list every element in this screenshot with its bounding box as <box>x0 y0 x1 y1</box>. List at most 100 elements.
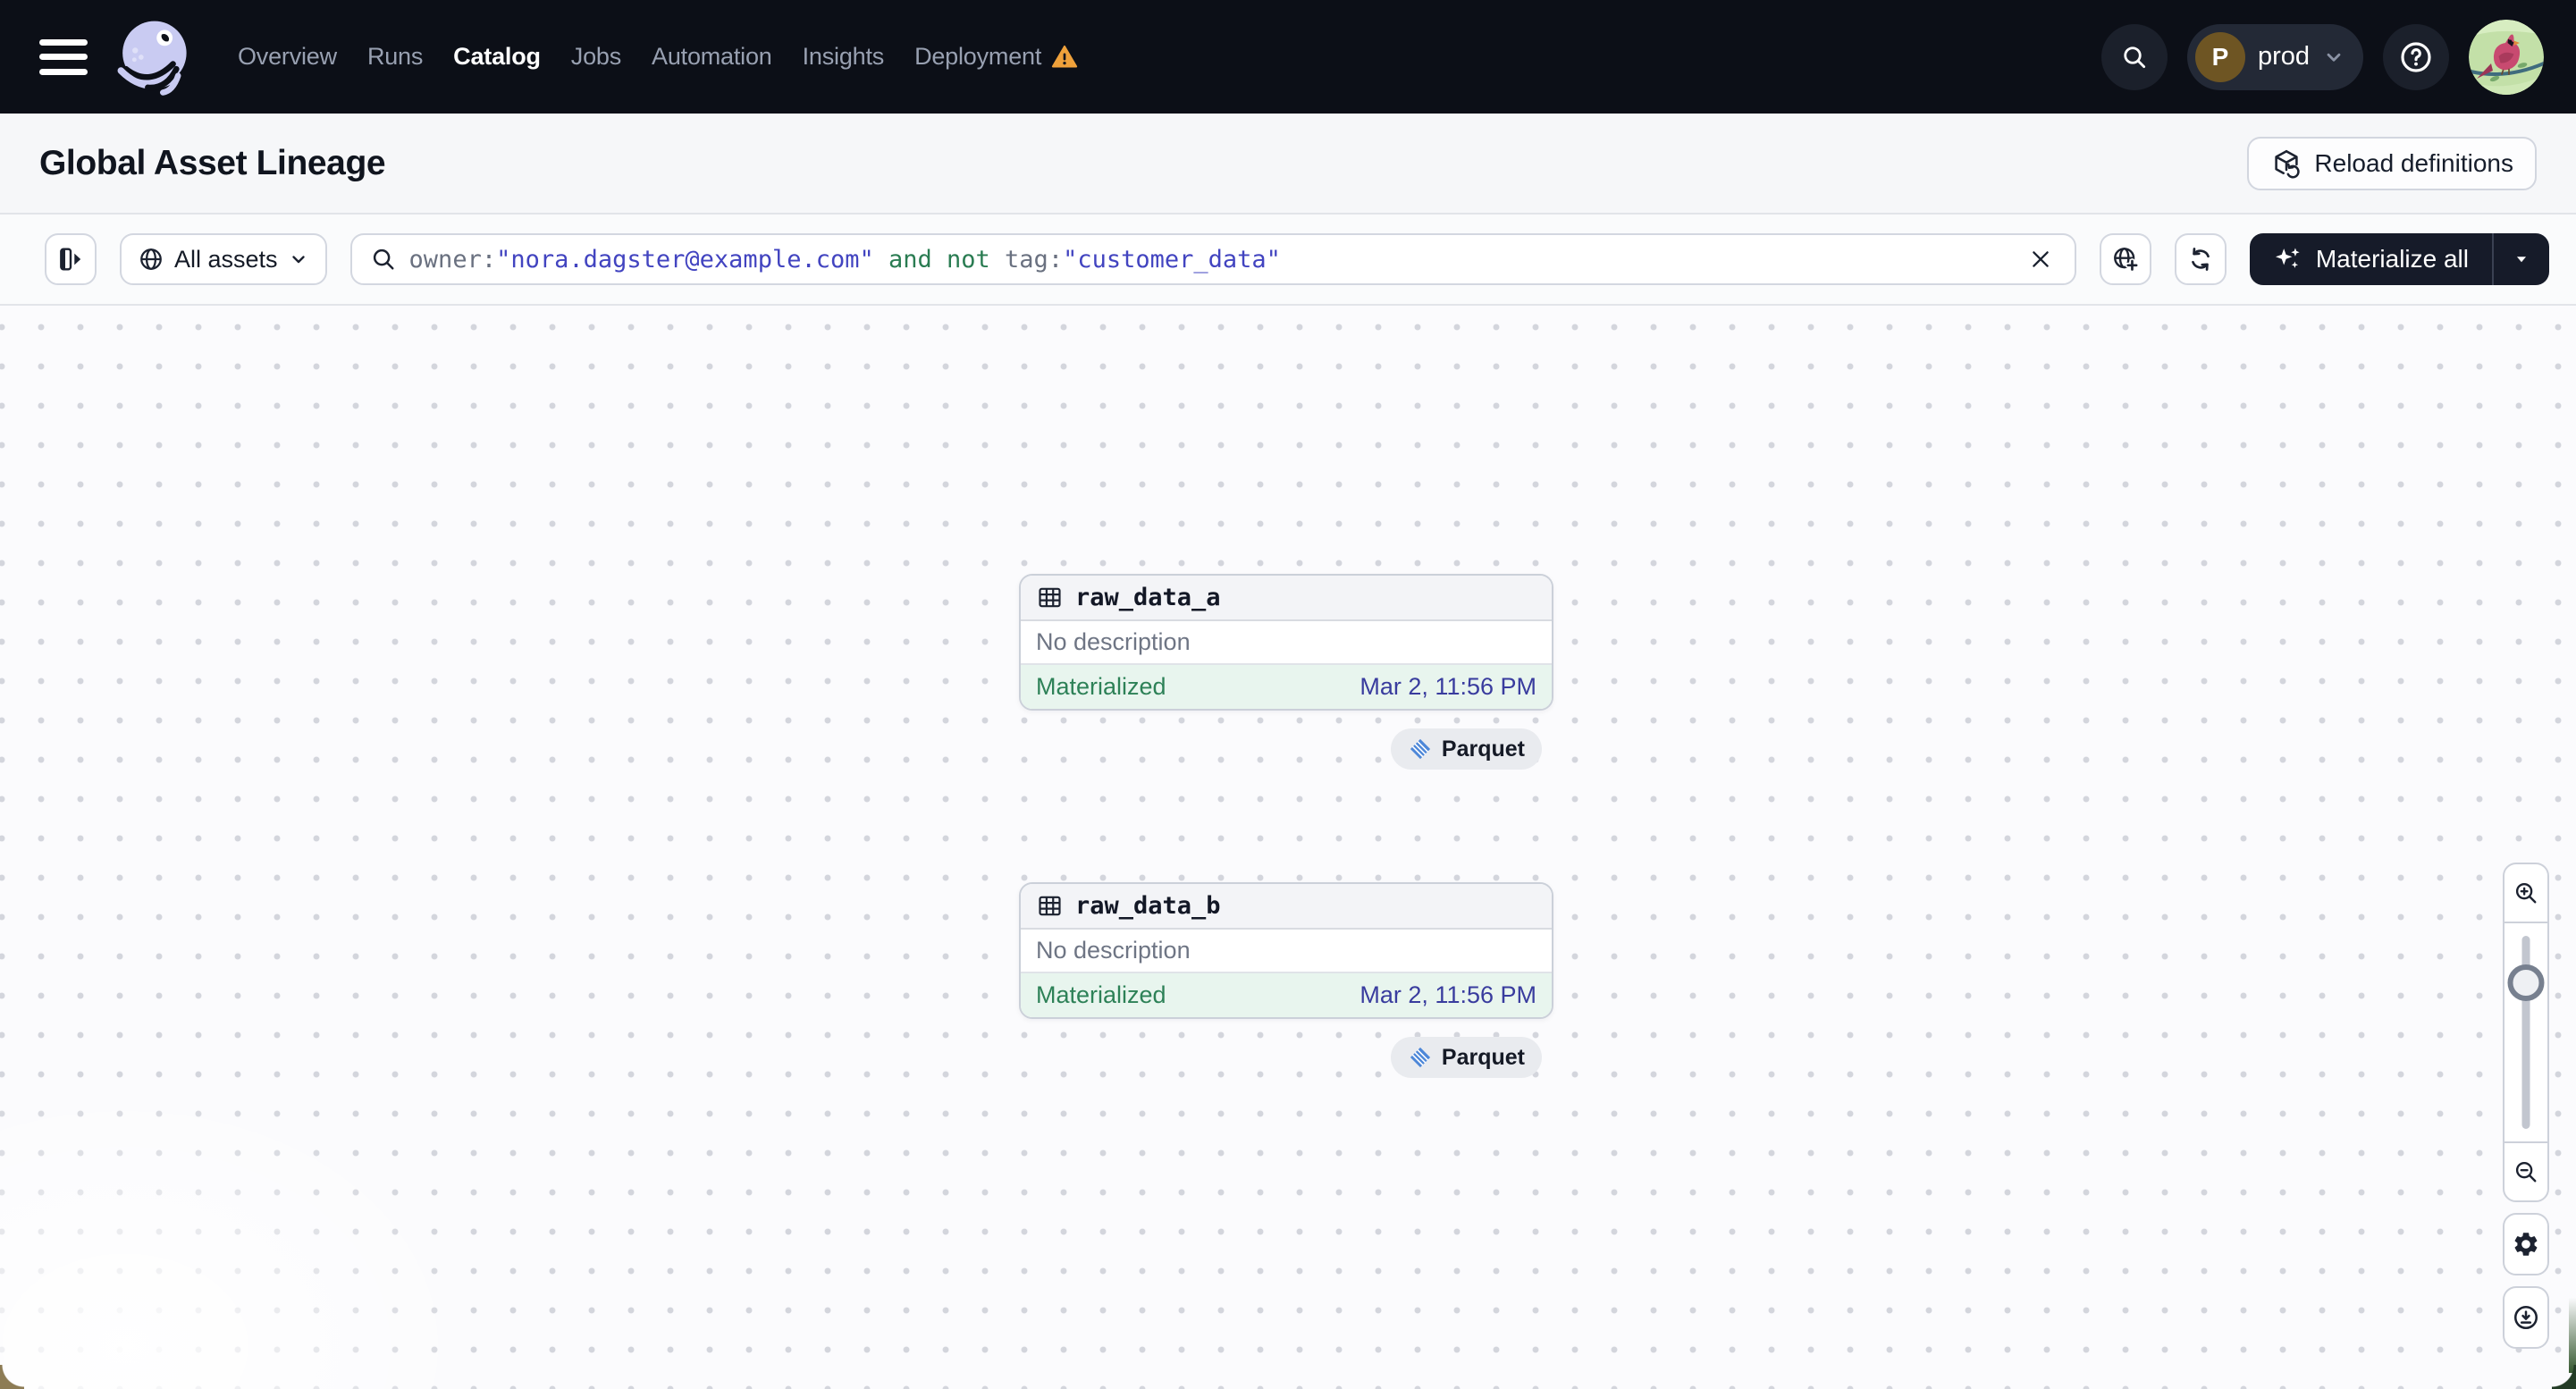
wallpaper-corner-left <box>0 1365 24 1389</box>
asset-node-header: raw_data_b <box>1021 884 1552 930</box>
nav-item-label: Deployment <box>914 43 1042 70</box>
asset-tag-row: Parquet <box>1019 1037 1553 1078</box>
nav-item-label: Automation <box>652 43 772 70</box>
caret-down-icon <box>2516 257 2527 263</box>
materialize-all-label: Materialize all <box>2315 245 2469 273</box>
asset-scope-dropdown[interactable]: All assets <box>120 233 327 285</box>
asset-materialization-timestamp[interactable]: Mar 2, 11:56 PM <box>1360 673 1536 701</box>
refresh-button[interactable] <box>2174 233 2227 285</box>
asset-status-row: Materialized Mar 2, 11:56 PM <box>1021 665 1552 709</box>
search-icon <box>2124 46 2146 68</box>
query-segment-key: tag: <box>1005 245 1064 274</box>
table-icon <box>1039 896 1061 916</box>
asset-node[interactable]: raw_data_a No description Materialized M… <box>1019 574 1553 770</box>
parquet-icon <box>1410 1047 1430 1068</box>
materialize-all-button-group: Materialize all <box>2249 233 2549 285</box>
chevron-down-icon <box>2327 53 2341 62</box>
asset-materialization-timestamp[interactable]: Mar 2, 11:56 PM <box>1360 981 1536 1009</box>
dagster-logo[interactable] <box>111 15 195 99</box>
query-segment-value: "customer_data" <box>1063 245 1281 274</box>
globe-icon <box>140 248 162 270</box>
nav-item-label: Jobs <box>570 43 622 70</box>
materialize-dropdown-button[interactable] <box>2494 233 2549 285</box>
download-image-button[interactable] <box>2503 1286 2549 1349</box>
nav-item-label: Catalog <box>453 43 541 70</box>
materialize-all-button[interactable]: Materialize all <box>2250 233 2492 285</box>
zoom-in-icon <box>2515 882 2537 904</box>
lineage-canvas[interactable]: raw_data_a No description Materialized M… <box>0 307 2576 1389</box>
warning-icon <box>1052 45 1078 67</box>
lineage-toolbar: All assets owner:"nora.dagster@example.c… <box>0 215 2576 306</box>
zoom-in-button[interactable] <box>2504 864 2547 923</box>
compute-kind-label: Parquet <box>1441 1044 1525 1070</box>
reload-definitions-button[interactable]: Reload definitions <box>2247 136 2537 190</box>
page-header: Global Asset Lineage Reload definitions <box>0 114 2576 215</box>
hamburger-icon[interactable] <box>39 38 88 75</box>
wallpaper-corner-right <box>2552 1365 2576 1389</box>
lineage-view-controls <box>2503 863 2549 1349</box>
box-reload-icon <box>2275 149 2301 178</box>
asset-description-row: No description <box>1021 930 1552 973</box>
magnifier-icon <box>373 248 394 270</box>
top-nav-bar: Overview Runs Catalog Jobs Automation Insight… <box>0 0 2576 114</box>
user-avatar[interactable] <box>2469 19 2544 95</box>
page-title: Global Asset Lineage <box>39 143 386 182</box>
clear-query-button[interactable] <box>2025 243 2057 275</box>
zoom-slider-handle[interactable] <box>2507 964 2545 1001</box>
download-circle-icon <box>2513 1305 2538 1330</box>
chevron-down-icon <box>291 256 305 264</box>
reload-definitions-label: Reload definitions <box>2314 148 2513 177</box>
asset-filter-input[interactable]: owner:"nora.dagster@example.com" and not… <box>349 233 2076 285</box>
asset-status-row: Materialized Mar 2, 11:56 PM <box>1021 973 1552 1017</box>
globe-plus-icon <box>2113 248 2140 273</box>
asset-node[interactable]: raw_data_b No description Materialized M… <box>1019 882 1553 1078</box>
graph-settings-button[interactable] <box>2503 1213 2549 1275</box>
nav-item-runs[interactable]: Runs <box>367 43 423 71</box>
nav-item-label: Insights <box>802 43 885 70</box>
nav-item-overview[interactable]: Overview <box>238 43 337 71</box>
refresh-icon <box>2191 248 2210 271</box>
deployment-initial-badge: P <box>2194 31 2245 82</box>
globe-new-tab-button[interactable] <box>2099 233 2151 285</box>
table-icon <box>1039 587 1061 608</box>
asset-node-header: raw_data_a <box>1021 576 1552 621</box>
nav-item-label: Runs <box>366 43 424 70</box>
parquet-icon <box>1410 738 1430 760</box>
asset-name: raw_data_b <box>1075 892 1221 920</box>
nav-item-insights[interactable]: Insights <box>802 43 885 71</box>
query-segment-value: "nora.dagster@example.com" <box>496 245 874 274</box>
nav-item-label: Overview <box>238 43 337 70</box>
compute-kind-label: Parquet <box>1441 736 1525 762</box>
search-button[interactable] <box>2100 23 2168 90</box>
compute-kind-tag[interactable]: Parquet <box>1390 1037 1542 1078</box>
asset-description: No description <box>1036 937 1191 964</box>
open-left-panel-button[interactable] <box>45 233 97 285</box>
nav-item-catalog[interactable]: Catalog <box>453 43 541 71</box>
zoom-out-button[interactable] <box>2504 1141 2547 1200</box>
query-segment-key: owner: <box>408 245 497 274</box>
asset-status-badge: Materialized <box>1036 673 1166 700</box>
asset-tag-row: Parquet <box>1019 728 1553 770</box>
zoom-control-group <box>2503 863 2549 1202</box>
gear-icon <box>2514 1233 2538 1256</box>
clear-icon <box>2033 251 2049 267</box>
nav-item-jobs[interactable]: Jobs <box>571 43 621 71</box>
deployment-switcher[interactable]: P prod <box>2186 23 2363 90</box>
asset-node-card[interactable]: raw_data_a No description Materialized M… <box>1019 574 1553 711</box>
panel-right-icon <box>60 248 81 271</box>
nav-right-cluster: P prod <box>2100 19 2544 95</box>
nav-item-automation[interactable]: Automation <box>652 43 772 71</box>
asset-node-card[interactable]: raw_data_b No description Materialized M… <box>1019 882 1553 1019</box>
nav-item-deployment[interactable]: Deployment <box>914 43 1079 72</box>
asset-status-badge: Materialized <box>1036 981 1166 1008</box>
wallpaper-edge-right <box>2569 1287 2576 1373</box>
zoom-slider <box>2504 923 2547 1141</box>
cardinal-bird-avatar-image <box>2469 19 2544 95</box>
search-query: owner:"nora.dagster@example.com" and not… <box>409 246 1281 274</box>
compute-kind-tag[interactable]: Parquet <box>1390 728 1542 770</box>
help-button[interactable] <box>2383 23 2449 90</box>
primary-nav: Overview Runs Catalog Jobs Automation Insight… <box>238 43 1079 72</box>
zoom-out-icon <box>2515 1161 2537 1183</box>
asset-description: No description <box>1036 628 1191 655</box>
asset-name: raw_data_a <box>1075 584 1221 611</box>
